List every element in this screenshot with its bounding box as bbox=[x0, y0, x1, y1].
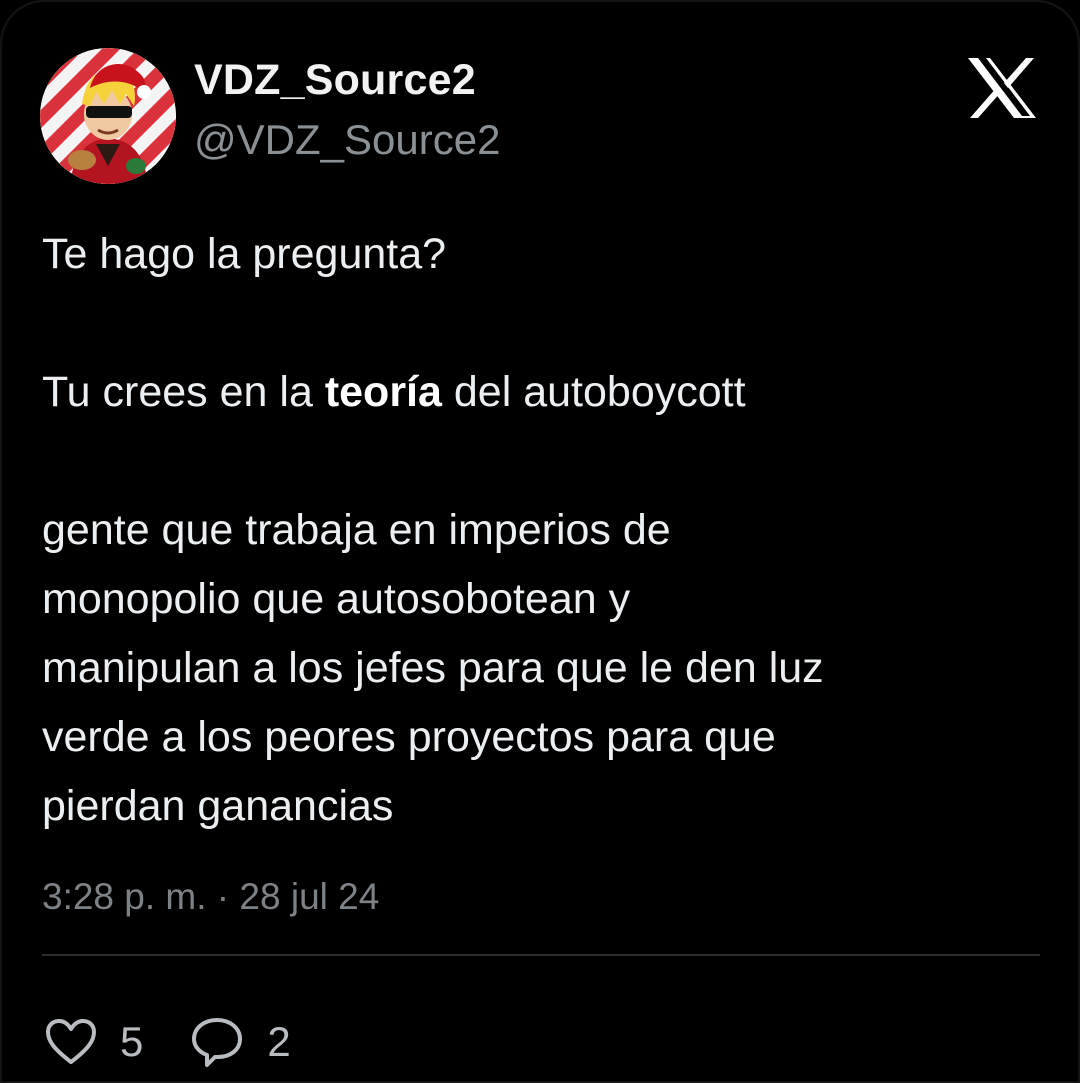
tweet-paragraph-line: pierdan ganancias bbox=[42, 782, 394, 830]
tweet-paragraph-line: verde a los peores proyectos para que bbox=[42, 713, 776, 761]
x-logo-icon[interactable] bbox=[966, 56, 1038, 120]
reply-button[interactable]: 2 bbox=[189, 1016, 291, 1068]
tweet-line-question: Te hago la pregunta? bbox=[42, 230, 447, 278]
tweet-body: Te hago la pregunta? Tu crees en la teor… bbox=[42, 220, 1042, 841]
theory-bold-word: teoría bbox=[324, 368, 442, 416]
tweet-timestamp[interactable]: 3:28 p. m. · 28 jul 24 bbox=[42, 876, 379, 918]
tweet-line-theory: Tu crees en la teoría del autoboycott bbox=[42, 358, 1042, 427]
user-avatar[interactable] bbox=[40, 48, 176, 184]
like-count: 5 bbox=[120, 1018, 144, 1065]
tweet-paragraph-line: gente que trabaja en imperios de bbox=[42, 506, 671, 554]
display-name[interactable]: VDZ_Source2 bbox=[194, 56, 476, 105]
user-handle[interactable]: @VDZ_Source2 bbox=[194, 116, 500, 164]
theory-suffix: del autoboycott bbox=[441, 368, 746, 416]
like-button[interactable]: 5 bbox=[44, 1017, 143, 1067]
theory-prefix: Tu crees en la bbox=[42, 368, 325, 416]
tweet-paragraph-line: manipulan a los jefes para que le den lu… bbox=[42, 644, 824, 692]
heart-icon bbox=[44, 1017, 98, 1067]
tweet-card: VDZ_Source2 @VDZ_Source2 Te hago la preg… bbox=[0, 0, 1080, 1083]
tweet-paragraph-line: monopolio que autosobotean y bbox=[42, 575, 631, 623]
tweet-actions: 5 2 bbox=[44, 1012, 291, 1072]
divider bbox=[42, 954, 1040, 956]
avatar-image bbox=[40, 48, 176, 184]
reply-bubble-icon bbox=[189, 1016, 245, 1068]
reply-count: 2 bbox=[267, 1018, 291, 1065]
